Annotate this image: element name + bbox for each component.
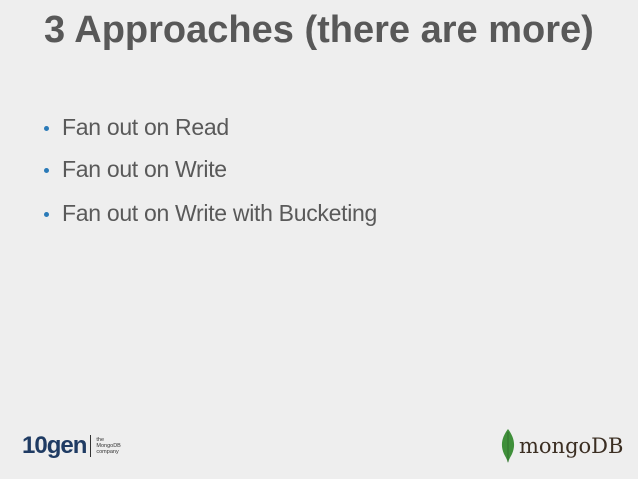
10gen-wordmark: 10gen — [22, 432, 87, 459]
10gen-logo: 10gen the MongoDB company — [22, 432, 121, 460]
bullet-dot-icon — [44, 168, 49, 173]
slide-title: 3 Approaches (there are more) — [44, 9, 594, 51]
logo-divider — [90, 435, 92, 457]
bullet-item: Fan out on Write — [44, 148, 377, 190]
bullet-text: Fan out on Write — [62, 155, 227, 182]
mongodb-wordmark: mongoDB — [519, 434, 624, 458]
mongodb-logo: mongoDB — [500, 429, 623, 463]
bullet-item: Fan out on Write with Bucketing — [44, 192, 377, 234]
bullet-text: Fan out on Write with Bucketing — [62, 199, 377, 226]
bullet-dot-icon — [44, 212, 49, 217]
bullet-dot-icon — [44, 126, 49, 131]
10gen-tagline: the MongoDB company — [96, 437, 120, 455]
bullet-list: Fan out on Read Fan out on Write Fan out… — [44, 106, 377, 234]
leaf-icon — [501, 429, 515, 463]
bullet-text: Fan out on Read — [62, 113, 229, 140]
bullet-item: Fan out on Read — [44, 106, 377, 148]
tagline-line: company — [96, 449, 119, 455]
